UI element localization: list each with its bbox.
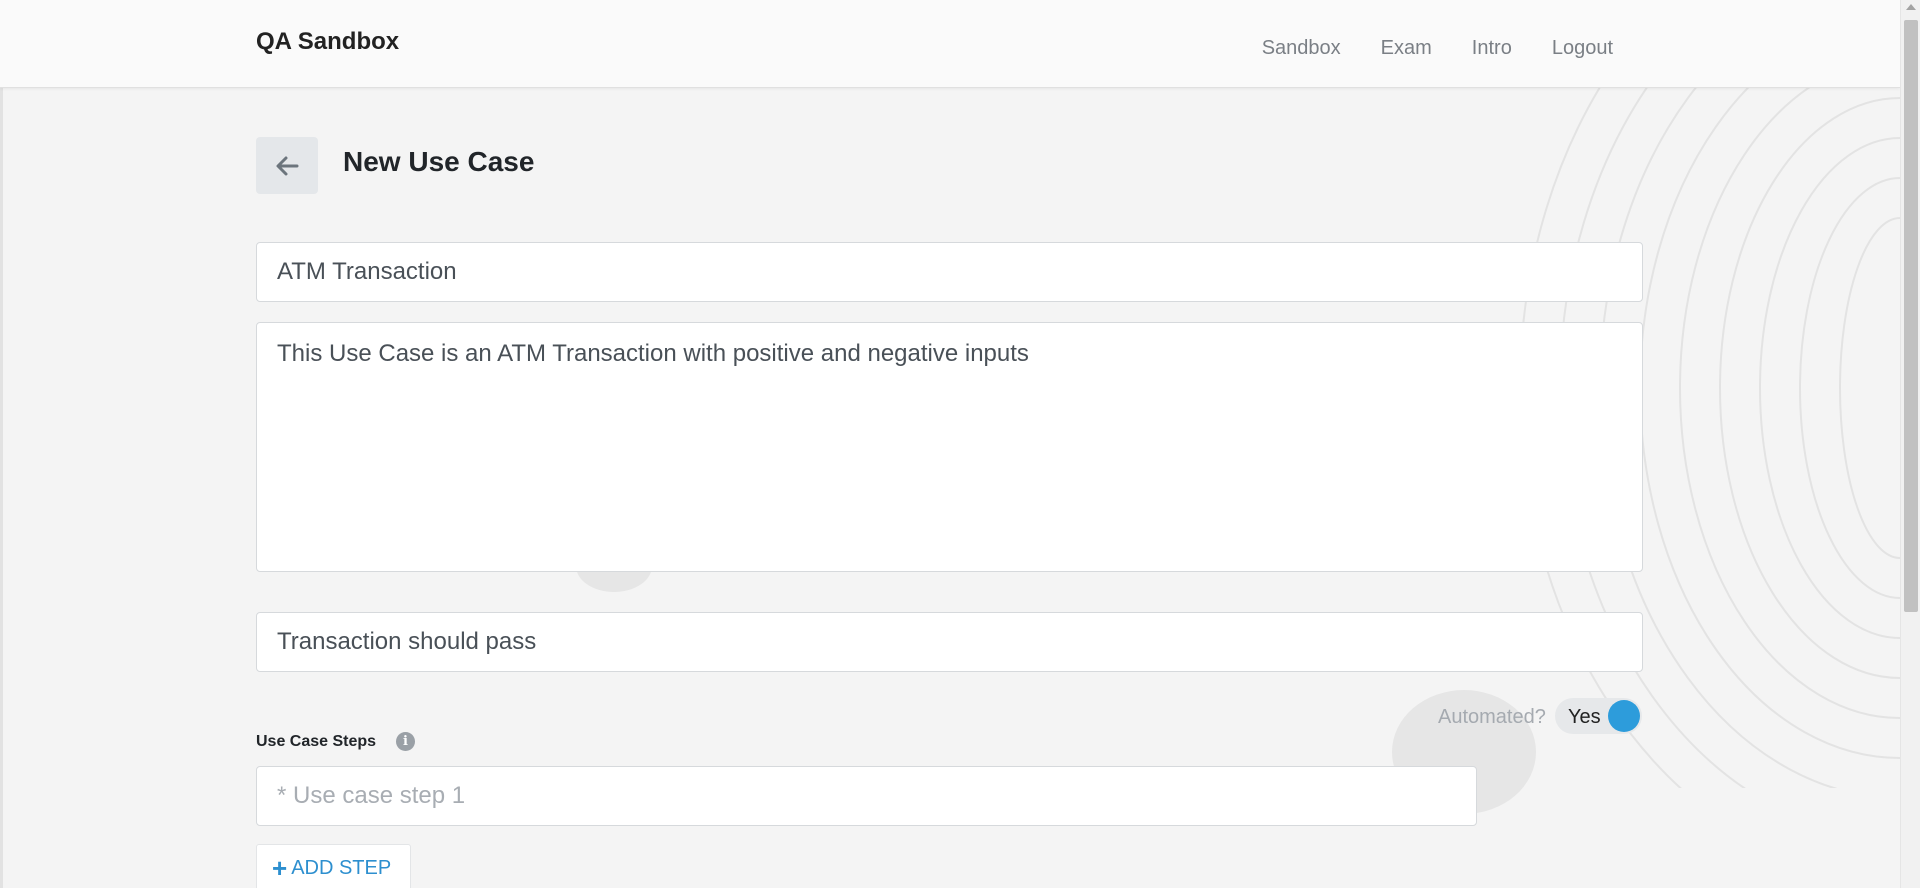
brand-logo-text[interactable]: QA Sandbox: [256, 28, 399, 56]
automated-label: Automated?: [1438, 706, 1546, 728]
nav-link-intro[interactable]: Intro: [1472, 37, 1512, 60]
arrow-left-icon: [276, 156, 299, 175]
add-step-label: ADD STEP: [291, 856, 392, 879]
toggle-knob: [1608, 700, 1640, 732]
use-case-step-input[interactable]: [256, 766, 1477, 826]
plus-icon: +: [272, 853, 288, 883]
expected-result-input[interactable]: [256, 612, 1643, 672]
page-title: New Use Case: [343, 146, 535, 177]
use-case-steps-label: Use Case Steps: [256, 733, 377, 750]
automated-toggle[interactable]: Yes: [1555, 698, 1642, 734]
back-button[interactable]: [256, 137, 318, 194]
scroll-up-arrow-icon[interactable]: [1906, 4, 1916, 10]
use-case-description-textarea[interactable]: This Use Case is an ATM Transaction with…: [256, 322, 1643, 572]
use-case-title-input[interactable]: [256, 242, 1643, 302]
nav-link-logout[interactable]: Logout: [1552, 37, 1613, 60]
left-border: [0, 88, 3, 888]
info-icon[interactable]: i: [396, 732, 415, 751]
nav-link-exam[interactable]: Exam: [1381, 37, 1432, 60]
scrollbar-thumb[interactable]: [1904, 20, 1918, 612]
nav-link-sandbox[interactable]: Sandbox: [1262, 37, 1341, 60]
vertical-scrollbar[interactable]: [1900, 0, 1920, 888]
add-step-button[interactable]: + ADD STEP: [256, 844, 411, 888]
nav-links: Sandbox Exam Intro Logout: [1262, 37, 1613, 60]
automated-toggle-text: Yes: [1568, 706, 1601, 728]
top-navbar: QA Sandbox Sandbox Exam Intro Logout: [0, 0, 1900, 88]
